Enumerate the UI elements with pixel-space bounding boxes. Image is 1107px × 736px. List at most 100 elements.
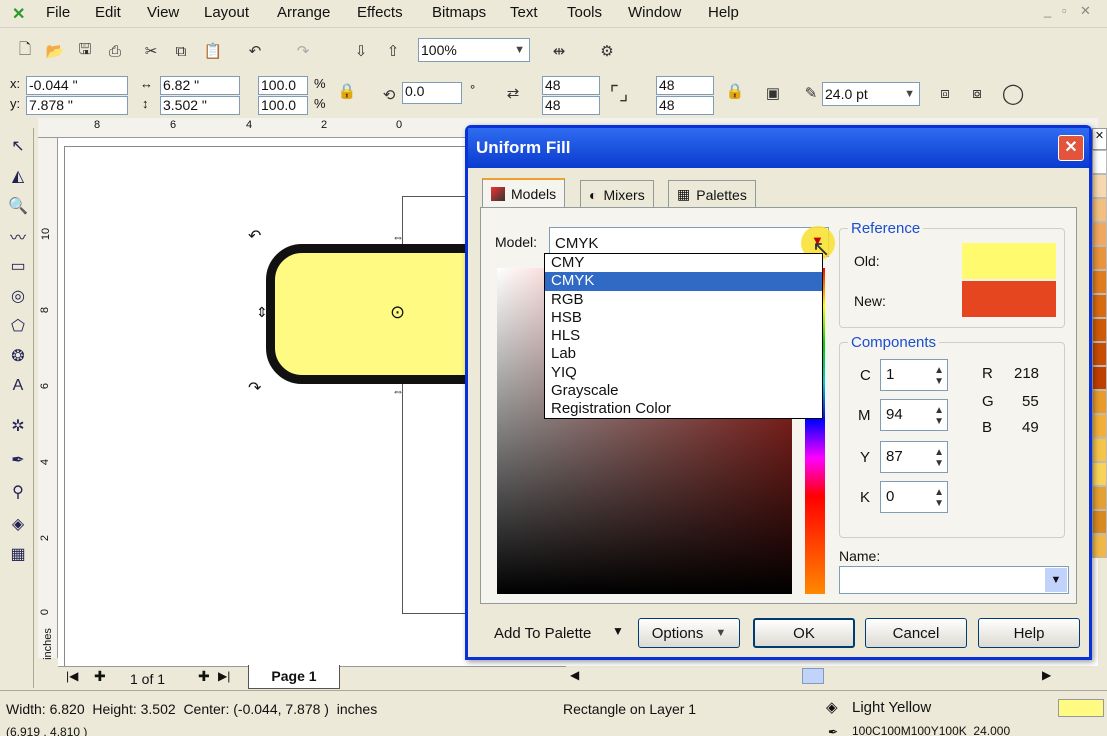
menu-layout[interactable]: Layout xyxy=(204,4,249,21)
swatch[interactable] xyxy=(1092,366,1107,390)
snap-icon[interactable]: ⇹ xyxy=(548,40,570,62)
paste-icon[interactable]: 📋 xyxy=(202,40,224,62)
tab-palettes[interactable]: ▦ Palettes xyxy=(668,180,756,208)
y-field[interactable]: 7.878 " xyxy=(26,96,128,115)
menu-tools[interactable]: Tools xyxy=(567,4,602,21)
lock-ratio-icon[interactable]: 🔒 xyxy=(336,80,358,102)
zoom-select[interactable]: 100% ▼ xyxy=(418,38,530,62)
menu-view[interactable]: View xyxy=(147,4,179,21)
basic-shapes-icon[interactable]: ❂ xyxy=(6,344,30,368)
cut-icon[interactable]: ✂ xyxy=(140,40,162,62)
model-option-hsb[interactable]: HSB xyxy=(545,309,822,327)
zoom-tool-icon[interactable]: 🔍 xyxy=(6,194,30,218)
last-page-icon[interactable]: ▶| xyxy=(218,669,230,683)
spinner-arrows-icon[interactable]: ▲ ▼ xyxy=(934,487,944,509)
menu-edit[interactable]: Edit xyxy=(95,4,121,21)
print-icon[interactable]: ⎙ xyxy=(104,40,126,62)
redo-icon[interactable]: ↷ xyxy=(292,40,314,62)
c-spinner[interactable]: 1 ▲ ▼ xyxy=(880,359,948,391)
scale-y-field[interactable]: 100.0 xyxy=(258,96,308,115)
tab-models[interactable]: Models xyxy=(482,178,566,208)
swatch[interactable] xyxy=(1092,150,1107,174)
options-button[interactable]: Options ▼ xyxy=(638,618,740,648)
k-spinner[interactable]: 0 ▲ ▼ xyxy=(880,481,948,513)
add-page-icon[interactable]: ✚ xyxy=(94,668,106,685)
corner-radius-2[interactable]: 48 xyxy=(656,76,714,95)
width-field[interactable]: 6.82 " xyxy=(160,76,240,95)
menu-text[interactable]: Text xyxy=(510,4,538,21)
export-icon[interactable]: ⇧ xyxy=(382,40,404,62)
add-to-palette-button[interactable]: Add To Palette xyxy=(494,625,591,642)
help-button[interactable]: Help xyxy=(978,618,1080,648)
cancel-button[interactable]: Cancel xyxy=(865,618,967,648)
swatch[interactable] xyxy=(1092,270,1107,294)
menu-window[interactable]: Window xyxy=(628,4,681,21)
page-tab[interactable]: Page 1 xyxy=(248,665,340,689)
undo-icon[interactable]: ↶ xyxy=(244,40,266,62)
no-color-icon[interactable]: ✕ xyxy=(1092,128,1107,150)
menu-help[interactable]: Help xyxy=(708,4,739,21)
polygon-tool-icon[interactable]: ⬠ xyxy=(6,314,30,338)
corner-radius-3[interactable]: 48 xyxy=(542,96,600,115)
skew-handle-icon[interactable]: ⇕ xyxy=(256,304,268,321)
spinner-arrows-icon[interactable]: ▲ ▼ xyxy=(934,405,944,427)
copy-icon[interactable]: ⧉ xyxy=(170,40,192,62)
scale-x-field[interactable]: 100.0 xyxy=(258,76,308,95)
save-icon[interactable]: 🖫 xyxy=(74,40,96,62)
scroll-right-icon[interactable]: ▶ xyxy=(1042,668,1051,682)
mirror-icon[interactable]: ⇄ xyxy=(502,82,524,104)
swatch[interactable] xyxy=(1092,198,1107,222)
swatch[interactable] xyxy=(1092,246,1107,270)
model-option-lab[interactable]: Lab xyxy=(545,345,822,363)
pick-tool-icon[interactable]: ↖ xyxy=(6,134,30,158)
wrap-text-icon[interactable]: ▣ xyxy=(762,82,784,104)
swatch[interactable] xyxy=(1092,438,1107,462)
m-spinner[interactable]: 94 ▲ ▼ xyxy=(880,399,948,431)
swatch[interactable] xyxy=(1092,390,1107,414)
new-icon[interactable]: 🗋 xyxy=(14,40,36,62)
restore-icon[interactable]: ▫ xyxy=(1062,3,1067,18)
menu-arrange[interactable]: Arrange xyxy=(277,4,330,21)
model-option-grayscale[interactable]: Grayscale xyxy=(545,382,822,400)
horizontal-scrollbar[interactable]: ◀ ▶ xyxy=(566,666,1066,688)
shape-tool-icon[interactable]: ◭ xyxy=(6,164,30,188)
menu-bitmaps[interactable]: Bitmaps xyxy=(432,4,486,21)
x-field[interactable]: -0.044 " xyxy=(26,76,128,95)
eyedropper-tool-icon[interactable]: ✒ xyxy=(6,448,30,472)
model-option-registration-color[interactable]: Registration Color xyxy=(545,400,822,418)
close-icon[interactable]: ✕ xyxy=(1058,135,1084,161)
swatch[interactable] xyxy=(1092,534,1107,558)
model-option-rgb[interactable]: RGB xyxy=(545,291,822,309)
swatch[interactable] xyxy=(1092,318,1107,342)
swatch[interactable] xyxy=(1092,486,1107,510)
import-icon[interactable]: ⇩ xyxy=(350,40,372,62)
dialog-titlebar[interactable]: Uniform Fill ✕ xyxy=(468,128,1089,168)
swatch[interactable] xyxy=(1092,414,1107,438)
angle-field[interactable]: 0.0 xyxy=(402,82,462,104)
swatch[interactable] xyxy=(1092,510,1107,534)
corner-lock-icon[interactable]: ⌜⌟ xyxy=(608,82,630,105)
options-icon[interactable]: ⚙ xyxy=(596,40,618,62)
close-icon[interactable]: ✕ xyxy=(1080,3,1091,19)
model-option-hls[interactable]: HLS xyxy=(545,327,822,345)
y-spinner[interactable]: 87 ▲ ▼ xyxy=(880,441,948,473)
to-front-icon[interactable]: ⧈ xyxy=(934,82,956,104)
model-option-cmyk[interactable]: CMYK xyxy=(545,272,822,291)
model-option-cmy[interactable]: CMY xyxy=(545,254,822,272)
open-icon[interactable]: 📂 xyxy=(44,40,66,62)
rotate-handle-icon[interactable]: ↷ xyxy=(248,378,261,398)
to-back-icon[interactable]: ⧇ xyxy=(966,82,988,104)
first-page-icon[interactable]: |◀ xyxy=(66,669,78,683)
ellipse-tool-icon[interactable]: ◎ xyxy=(6,284,30,308)
rotate-handle-icon[interactable]: ↶ xyxy=(248,226,261,246)
swatch[interactable] xyxy=(1092,222,1107,246)
ok-button[interactable]: OK xyxy=(753,618,855,648)
swatch[interactable] xyxy=(1092,462,1107,486)
round-corners-icon[interactable]: 🔒 xyxy=(724,80,746,102)
rectangle-tool-icon[interactable]: ▭ xyxy=(6,254,30,278)
menu-file[interactable]: File xyxy=(46,4,70,21)
outline-width-select[interactable]: 24.0 pt ▼ xyxy=(822,82,920,106)
tab-mixers[interactable]: ◐ Mixers xyxy=(580,180,654,208)
fill-tool-icon[interactable]: ◈ xyxy=(6,512,30,536)
minimize-icon[interactable]: _ xyxy=(1044,3,1051,18)
